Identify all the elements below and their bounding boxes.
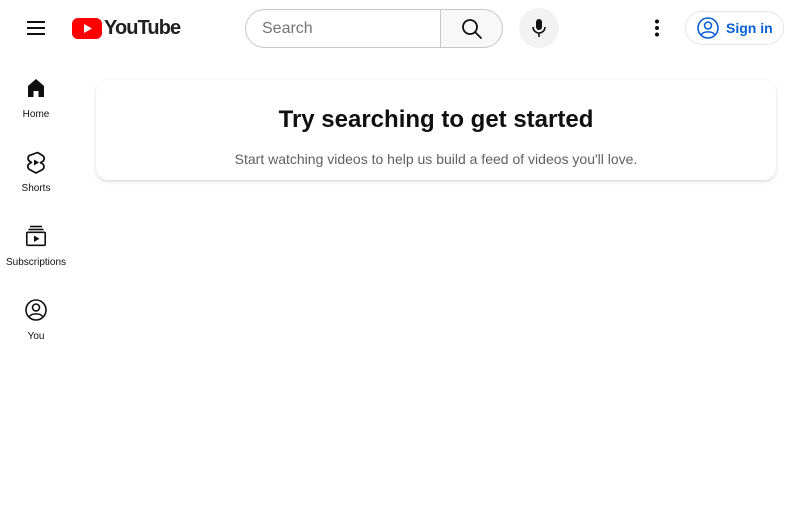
sign-in-label: Sign in (726, 20, 773, 36)
search-input[interactable] (245, 9, 440, 48)
search-box (245, 9, 503, 48)
feed-prompt-title: Try searching to get started (278, 106, 594, 133)
shorts-icon (26, 151, 46, 174)
youtube-play-icon (72, 17, 102, 39)
guide-menu-button[interactable] (16, 8, 56, 48)
home-icon (28, 79, 44, 97)
microphone-icon (532, 19, 546, 37)
masthead: YouTube Sign in (0, 0, 800, 56)
sign-in-button[interactable]: Sign in (685, 11, 784, 45)
voice-search-button[interactable] (519, 8, 559, 48)
account-circle-icon (697, 17, 719, 39)
guide-item-label: Subscriptions (5, 257, 67, 268)
search-button[interactable] (440, 9, 503, 48)
guide-item-home[interactable]: Home (0, 56, 72, 130)
guide-item-shorts[interactable]: Shorts (0, 130, 72, 204)
you-icon (25, 299, 47, 321)
guide-item-label: You (27, 331, 45, 342)
guide-item-label: Shorts (21, 183, 51, 194)
youtube-logo[interactable]: YouTube (72, 17, 181, 39)
subscriptions-icon (25, 225, 46, 247)
logo-wordmark: YouTube (104, 17, 181, 39)
vertical-dots-icon (655, 19, 659, 37)
search-icon (461, 18, 482, 39)
feed-prompt-subtitle: Start watching videos to help us build a… (234, 151, 638, 167)
settings-more-button[interactable] (637, 8, 677, 48)
guide-item-subscriptions[interactable]: Subscriptions (0, 204, 72, 278)
guide-item-label: Home (22, 109, 50, 120)
guide-item-you[interactable]: You (0, 278, 72, 352)
hamburger-menu-icon (27, 21, 45, 35)
mini-guide: Home Shorts Subscriptions You (0, 56, 72, 352)
empty-feed-card: Try searching to get started Start watch… (96, 80, 776, 180)
